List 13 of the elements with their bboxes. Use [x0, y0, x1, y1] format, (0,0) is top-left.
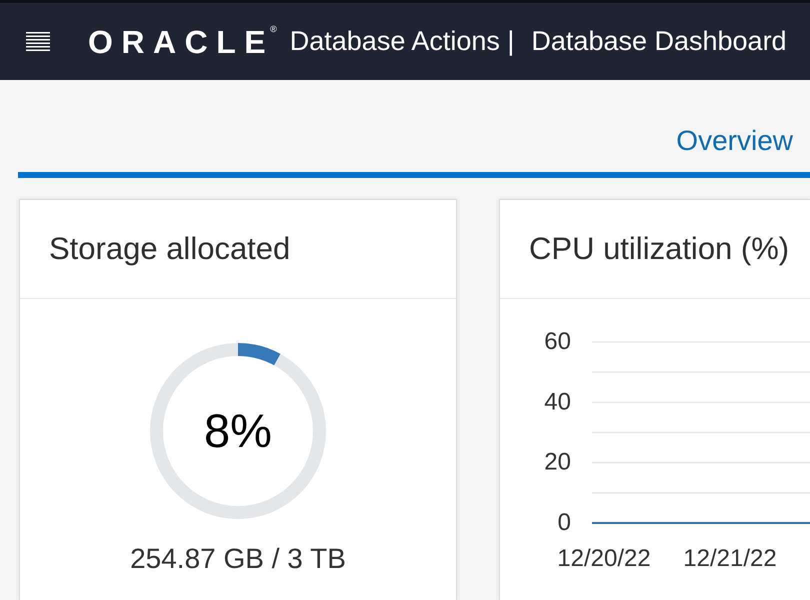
y-axis-label: 20	[544, 448, 571, 476]
card-title: Storage allocated	[49, 230, 290, 267]
logo: ORACLE®	[88, 26, 277, 58]
page-title: Database Dashboard	[531, 26, 787, 57]
storage-amount: 254.87 GB / 3 TB	[130, 542, 346, 575]
x-axis-label: 12/20/22	[557, 544, 651, 572]
y-axis-label: 40	[544, 388, 571, 415]
x-axis-label: 12/21/22	[683, 544, 777, 572]
y-axis-label: 0	[558, 508, 571, 536]
y-axis-label: 60	[544, 328, 571, 355]
app-name: Database Actions |	[290, 26, 514, 57]
card-title: CPU utilization (%)	[529, 230, 790, 267]
percent-value: 8%	[204, 404, 272, 456]
